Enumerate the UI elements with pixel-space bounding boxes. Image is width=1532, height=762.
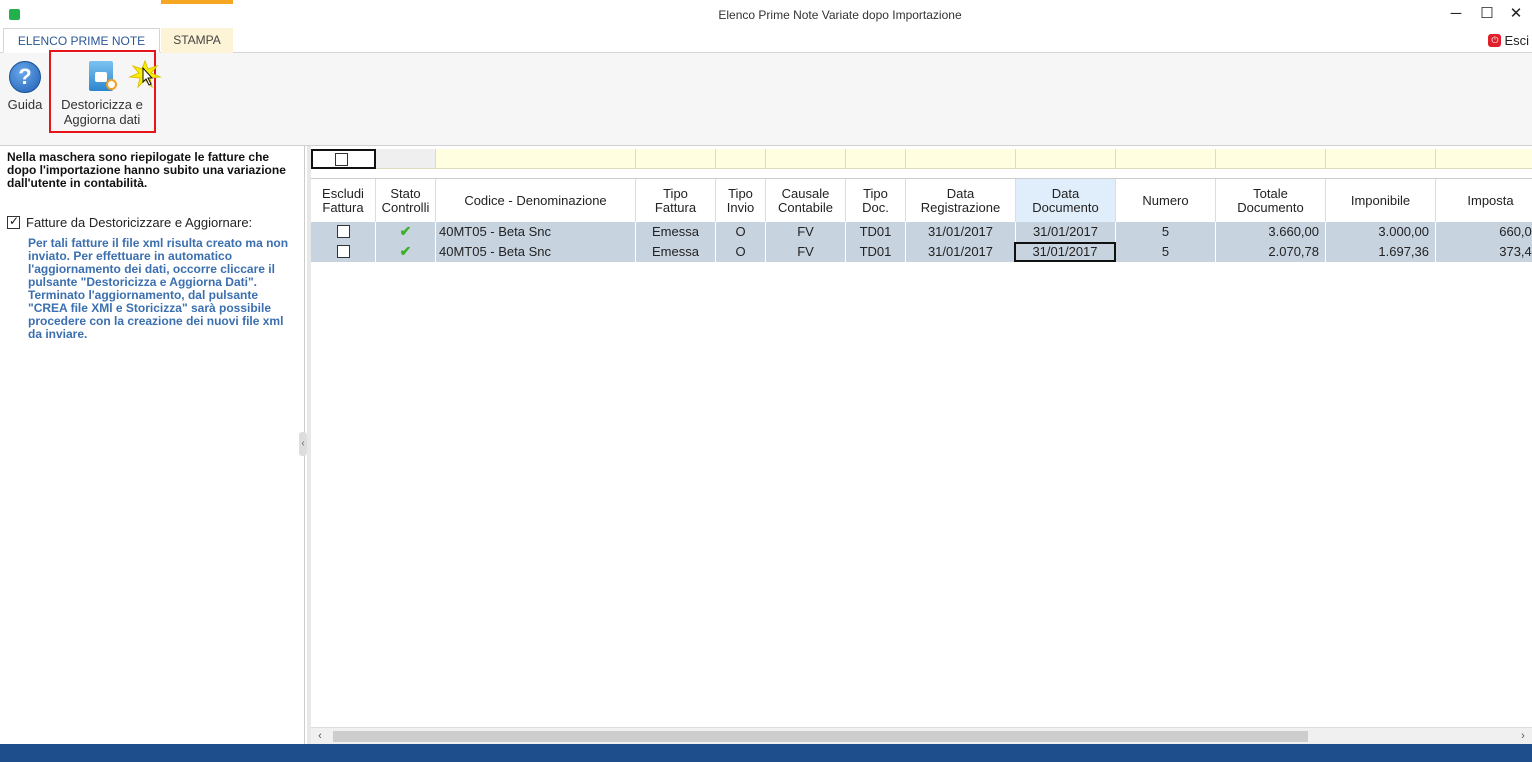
col-tipo-doc[interactable]: Tipo Doc. [846, 179, 906, 223]
stato-cell: ✔ [376, 222, 436, 242]
tipo-fattura-cell[interactable]: Emessa [636, 242, 716, 262]
intro-text: Nella maschera sono riepilogate le fattu… [7, 150, 286, 190]
destoricizzare-checkbox-label: Fatture da Destoricizzare e Aggiornare: [26, 215, 253, 230]
title-bar: Elenco Prime Note Variate dopo Importazi… [0, 0, 1532, 30]
select-all-checkbox[interactable] [335, 153, 348, 166]
codice-cell[interactable]: 40MT05 - Beta Snc [436, 222, 636, 242]
filter-stato[interactable] [376, 149, 436, 169]
numero-cell[interactable]: 5 [1116, 222, 1216, 242]
left-info-panel: Nella maschera sono riepilogate le fattu… [0, 146, 305, 744]
guida-label: Guida [7, 97, 43, 112]
ribbon-toolbar: ? Guida Destoricizza e Aggiorna dati [0, 53, 1532, 146]
scroll-left-icon[interactable]: ‹ [313, 729, 327, 743]
instruction-note: Per tali fatture il file xml risulta cre… [28, 236, 289, 341]
exit-icon: ⏻ [1488, 34, 1502, 47]
tab-stampa[interactable]: STAMPA [161, 28, 233, 53]
tipo-invio-cell[interactable]: O [716, 242, 766, 262]
data-doc-cell[interactable]: 31/01/2017 [1016, 222, 1116, 242]
col-numero[interactable]: Numero [1116, 179, 1216, 223]
table-row[interactable]: ✔ 40MT05 - Beta Snc Emessa O FV TD01 31/… [311, 222, 1532, 242]
filter-imponibile[interactable] [1326, 149, 1436, 169]
tab-stampa-accent [161, 0, 233, 4]
imposta-cell[interactable]: 373,42 [1436, 242, 1532, 262]
check-ok-icon: ✔ [399, 243, 412, 259]
scroll-thumb[interactable] [333, 731, 1308, 742]
totale-cell[interactable]: 2.070,78 [1216, 242, 1326, 262]
destoricizzare-checkbox[interactable] [7, 214, 20, 229]
help-icon: ? [9, 61, 41, 93]
col-data-documento[interactable]: Data Documento [1016, 179, 1116, 223]
filter-data-doc[interactable] [1016, 149, 1116, 169]
escludi-cell[interactable] [311, 242, 376, 262]
close-button[interactable]: ✕ [1506, 4, 1526, 24]
col-data-registrazione[interactable]: Data Registrazione [906, 179, 1016, 223]
filter-numero[interactable] [1116, 149, 1216, 169]
filter-imposta[interactable] [1436, 149, 1532, 169]
destoricizzare-checkbox-row[interactable]: Fatture da Destoricizzare e Aggiornare: [7, 214, 253, 230]
invoice-grid: Escludi Fattura Stato Controlli Codice - D… [311, 146, 1532, 744]
stato-cell: ✔ [376, 242, 436, 262]
totale-cell[interactable]: 3.660,00 [1216, 222, 1326, 242]
data-doc-cell-focused[interactable]: 31/01/2017 [1014, 242, 1116, 262]
col-totale-documento[interactable]: Totale Documento [1216, 179, 1326, 223]
minimize-button[interactable]: ─ [1446, 4, 1466, 24]
data-reg-cell[interactable]: 31/01/2017 [906, 242, 1016, 262]
exit-button[interactable]: ⏻ Esci [1488, 33, 1529, 48]
filter-select-all[interactable] [311, 149, 376, 169]
scroll-right-icon[interactable]: › [1516, 729, 1530, 743]
data-reg-cell[interactable]: 31/01/2017 [906, 222, 1016, 242]
tipo-doc-cell[interactable]: TD01 [846, 242, 906, 262]
check-ok-icon: ✔ [399, 223, 412, 239]
filter-totale[interactable] [1216, 149, 1326, 169]
causale-cell[interactable]: FV [766, 242, 846, 262]
click-cursor-icon [128, 60, 162, 88]
guida-button[interactable]: ? Guida [5, 61, 45, 112]
col-causale-contabile[interactable]: Causale Contabile [766, 179, 846, 223]
causale-cell[interactable]: FV [766, 222, 846, 242]
col-tipo-invio[interactable]: Tipo Invio [716, 179, 766, 223]
tipo-doc-cell[interactable]: TD01 [846, 222, 906, 242]
col-stato-controlli[interactable]: Stato Controlli [376, 179, 436, 223]
filter-tipo-doc[interactable] [846, 149, 906, 169]
col-escludi-fattura[interactable]: Escludi Fattura [311, 179, 376, 223]
col-imposta[interactable]: Imposta [1436, 179, 1532, 223]
tipo-invio-cell[interactable]: O [716, 222, 766, 242]
escludi-cell[interactable] [311, 222, 376, 242]
maximize-button[interactable]: ☐ [1477, 4, 1497, 24]
collapse-panel-handle[interactable]: ‹ [299, 432, 307, 456]
ribbon-tabs: ELENCO PRIME NOTE STAMPA [0, 28, 1532, 53]
imponibile-cell[interactable]: 3.000,00 [1326, 222, 1436, 242]
tipo-fattura-cell[interactable]: Emessa [636, 222, 716, 242]
window-title: Elenco Prime Note Variate dopo Importazi… [718, 8, 962, 22]
escludi-checkbox[interactable] [336, 245, 350, 258]
filter-data-reg[interactable] [906, 149, 1016, 169]
grid-header: Escludi Fattura Stato Controlli Codice - D… [311, 178, 1532, 223]
imposta-cell[interactable]: 660,00 [1436, 222, 1532, 242]
table-row[interactable]: ✔ 40MT05 - Beta Snc Emessa O FV TD01 31/… [311, 242, 1532, 262]
numero-cell[interactable]: 5 [1116, 242, 1216, 262]
filter-tipo-invio[interactable] [716, 149, 766, 169]
col-tipo-fattura[interactable]: Tipo Fattura [636, 179, 716, 223]
horizontal-scrollbar[interactable]: ‹ › [311, 727, 1532, 744]
codice-cell[interactable]: 40MT05 - Beta Snc [436, 242, 636, 262]
filter-row [311, 149, 1532, 169]
filter-causale[interactable] [766, 149, 846, 169]
col-codice-denominazione[interactable]: Codice - Denominazione [436, 179, 636, 223]
col-imponibile[interactable]: Imponibile [1326, 179, 1436, 223]
exit-label: Esci [1504, 33, 1529, 48]
status-bar [0, 744, 1532, 762]
filter-tipo-fattura[interactable] [636, 149, 716, 169]
imponibile-cell[interactable]: 1.697,36 [1326, 242, 1436, 262]
escludi-checkbox[interactable] [336, 225, 350, 238]
filter-codice[interactable] [436, 149, 636, 169]
